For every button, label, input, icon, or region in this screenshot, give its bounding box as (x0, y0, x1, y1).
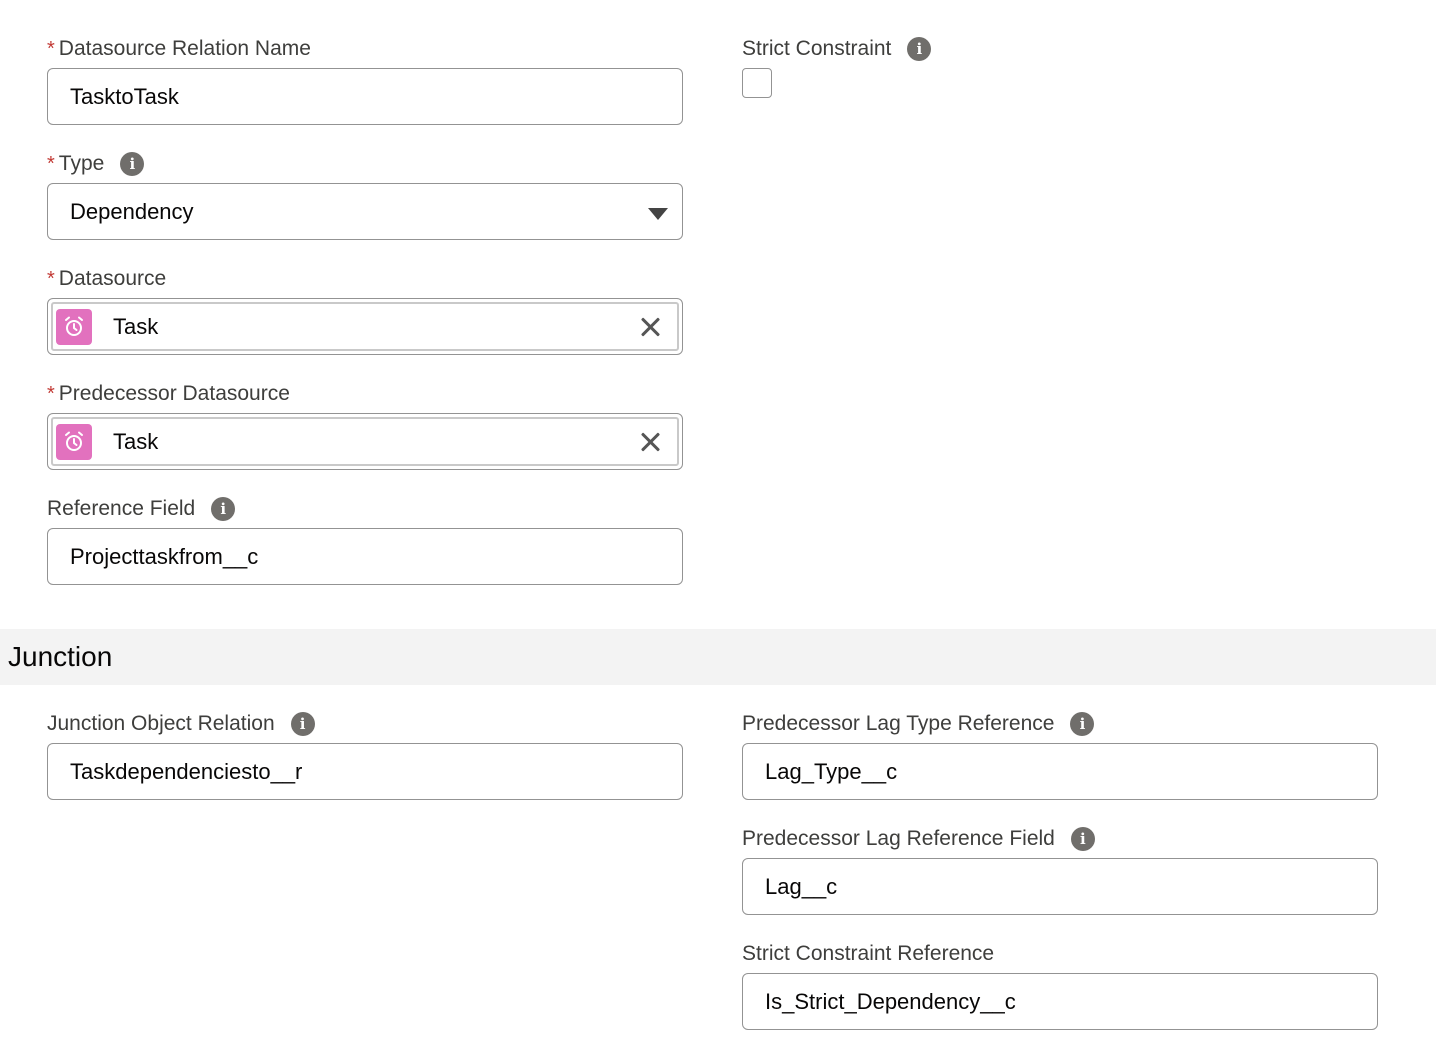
datasource-lookup[interactable]: Task (47, 298, 683, 355)
required-marker: * (47, 267, 55, 290)
datasource-field: * Datasource Task (47, 262, 683, 355)
datasource-pill: Task (51, 302, 679, 351)
reference-field-value: Projecttaskfrom__c (70, 543, 259, 569)
relation-name-value: TasktoTask (70, 83, 179, 109)
predecessor-lag-type-reference-label-text: Predecessor Lag Type Reference (742, 712, 1055, 735)
datasource-value: Task (113, 313, 159, 339)
predecessor-lag-type-reference-value: Lag_Type__c (765, 758, 898, 784)
junction-object-relation-input[interactable]: Taskdependenciesto__r (47, 743, 683, 800)
predecessor-datasource-value: Task (113, 428, 159, 454)
info-icon[interactable]: i (1070, 827, 1095, 851)
predecessor-datasource-label-text: Predecessor Datasource (58, 382, 290, 405)
type-field: * Type i Dependency (47, 147, 683, 240)
type-label-text: Type (58, 152, 105, 175)
info-icon[interactable]: i (907, 37, 932, 61)
predecessor-lag-reference-field-value: Lag__c (765, 873, 838, 899)
caret-down-icon (648, 207, 668, 220)
predecessor-datasource-lookup[interactable]: Task (47, 413, 683, 470)
strict-constraint-field: Strict Constraint i (742, 32, 1378, 98)
predecessor-lag-type-reference-field: Predecessor Lag Type Reference i Lag_Typ… (742, 707, 1378, 800)
alarm-clock-icon (56, 308, 92, 345)
junction-object-relation-value: Taskdependenciesto__r (70, 758, 303, 784)
reference-field-input[interactable]: Projecttaskfrom__c (47, 528, 683, 585)
info-icon[interactable]: i (211, 497, 236, 521)
junction-object-relation-label-text: Junction Object Relation (47, 712, 275, 735)
required-marker: * (47, 152, 55, 175)
relation-name-label-text: Datasource Relation Name (58, 37, 311, 60)
strict-constraint-reference-field: Strict Constraint Reference Is_Strict_De… (742, 937, 1378, 1030)
predecessor-datasource-pill: Task (51, 417, 679, 466)
info-icon[interactable]: i (290, 712, 315, 736)
strict-constraint-reference-label-text: Strict Constraint Reference (742, 942, 995, 965)
predecessor-lag-reference-field-input[interactable]: Lag__c (742, 858, 1378, 915)
predecessor-lag-type-reference-input[interactable]: Lag_Type__c (742, 743, 1378, 800)
predecessor-datasource-field: * Predecessor Datasource Task (47, 377, 683, 470)
strict-constraint-checkbox[interactable] (742, 68, 772, 98)
reference-field-field: Reference Field i Projecttaskfrom__c (47, 492, 683, 585)
type-select[interactable]: Dependency (47, 183, 683, 240)
relation-name-field: * Datasource Relation Name TasktoTask (47, 32, 683, 125)
predecessor-lag-reference-field-label: Predecessor Lag Reference Field i (742, 822, 1378, 856)
type-value: Dependency (70, 198, 194, 224)
strict-constraint-label: Strict Constraint i (742, 32, 1378, 66)
junction-section-header: Junction (0, 629, 1436, 685)
predecessor-lag-reference-field-field: Predecessor Lag Reference Field i Lag__c (742, 822, 1378, 915)
predecessor-datasource-label: * Predecessor Datasource (47, 377, 683, 411)
type-label: * Type i (47, 147, 683, 181)
junction-object-relation-label: Junction Object Relation i (47, 707, 683, 741)
close-icon[interactable] (637, 429, 663, 455)
strict-constraint-reference-value: Is_Strict_Dependency__c (765, 988, 1016, 1014)
info-icon[interactable]: i (1070, 712, 1095, 736)
junction-object-relation-field: Junction Object Relation i Taskdependenc… (47, 707, 683, 800)
relation-name-input[interactable]: TasktoTask (47, 68, 683, 125)
reference-field-label-text: Reference Field (47, 497, 196, 520)
relation-name-label: * Datasource Relation Name (47, 32, 683, 66)
predecessor-lag-type-reference-label: Predecessor Lag Type Reference i (742, 707, 1378, 741)
strict-constraint-reference-input[interactable]: Is_Strict_Dependency__c (742, 973, 1378, 1030)
alarm-clock-icon (56, 423, 92, 460)
info-icon[interactable]: i (120, 152, 145, 176)
close-icon[interactable] (637, 314, 663, 340)
strict-constraint-reference-label: Strict Constraint Reference (742, 937, 1378, 971)
section-title: Junction (8, 641, 113, 672)
strict-constraint-label-text: Strict Constraint (742, 37, 892, 60)
datasource-label-text: Datasource (58, 267, 167, 290)
required-marker: * (47, 382, 55, 405)
predecessor-lag-reference-field-label-text: Predecessor Lag Reference Field (742, 827, 1055, 850)
reference-field-label: Reference Field i (47, 492, 683, 526)
datasource-label: * Datasource (47, 262, 683, 296)
required-marker: * (47, 37, 55, 60)
